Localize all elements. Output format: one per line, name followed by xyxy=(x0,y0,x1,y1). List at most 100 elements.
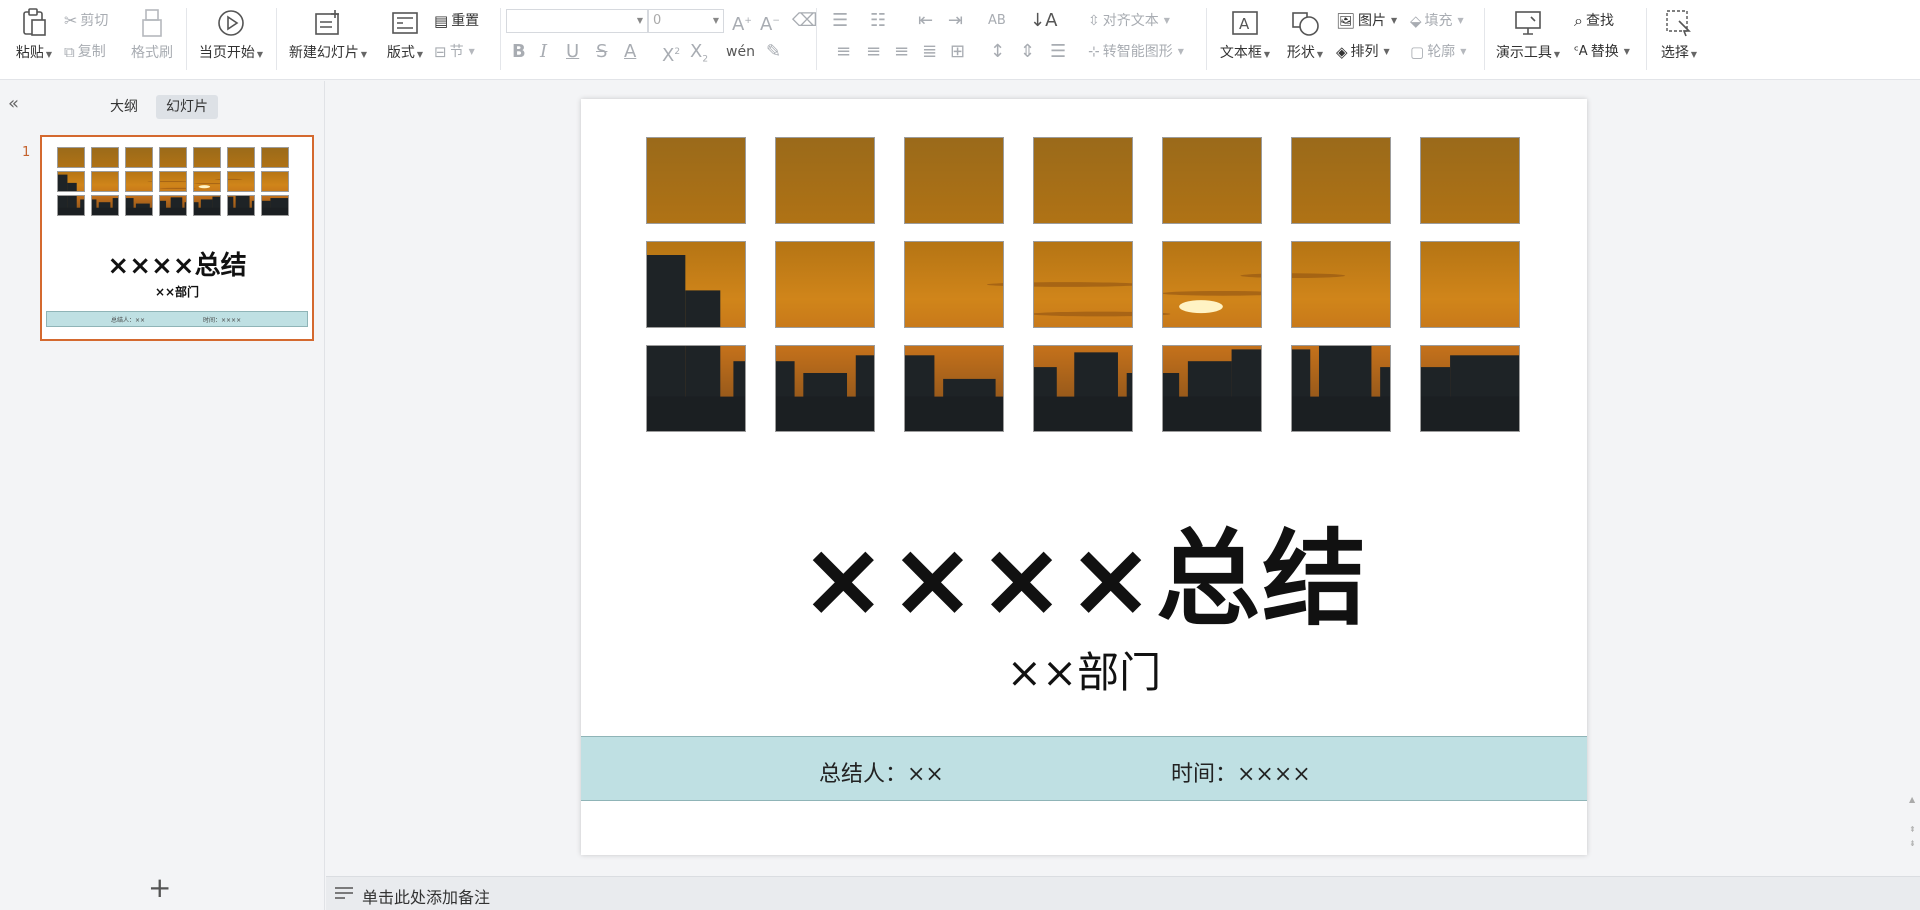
find-label: 查找 xyxy=(1585,13,1614,29)
outline-label: 轮廓 xyxy=(1427,44,1456,60)
select-button[interactable]: 选择 ▼ xyxy=(1656,8,1702,62)
play-from-current-button[interactable]: 当页开始 ▼ xyxy=(196,8,266,62)
separator xyxy=(1206,8,1207,70)
play-icon xyxy=(218,10,244,36)
vertical-scrollbar[interactable]: ▲ ⇞ ⇟ xyxy=(1906,81,1920,876)
scroll-up-icon[interactable]: ▲ xyxy=(1909,795,1915,804)
picture-button[interactable]: 🖼 图片 ▼ xyxy=(1336,9,1397,33)
layout-label: 版式 xyxy=(386,45,415,61)
shapes-label: 形状 xyxy=(1286,45,1315,61)
ribbon-toolbar: 粘贴 ▼ ✂ 剪切 ⧉ 复制 格式刷 当页开始 ▼ 新建幻灯片 ▼ 版式 ▼ ▤ 重置 ⊟ 节 ▼… xyxy=(0,0,1920,80)
arrange-button[interactable]: ◈ 排列 ▼ xyxy=(1336,40,1390,64)
italic-icon[interactable]: I xyxy=(540,40,547,64)
summarizer-text[interactable]: 总结人：×× xyxy=(819,756,944,788)
text-direction-icon[interactable]: AB xyxy=(988,9,1006,33)
paste-label: 粘贴 xyxy=(15,45,44,61)
sort-icon[interactable]: ↓A xyxy=(1030,9,1057,33)
font-size-combo[interactable]: 0 ▼ xyxy=(648,9,724,33)
slide-number: 1 xyxy=(22,145,31,160)
fill-label: 填充 xyxy=(1424,13,1453,29)
numbered-list-icon[interactable]: ☷ xyxy=(870,9,886,33)
chevron-down-icon: ▼ xyxy=(712,16,719,25)
align-text-label: 对齐文本 xyxy=(1102,13,1159,29)
notes-placeholder[interactable]: 单击此处添加备注 xyxy=(362,884,490,908)
strikethrough-icon[interactable]: S xyxy=(596,40,607,64)
separator xyxy=(1646,8,1647,70)
smartart-icon: ⊹ xyxy=(1088,44,1100,60)
next-page-icon[interactable]: ⇟ xyxy=(1909,839,1916,848)
collapse-panel-icon[interactable]: « xyxy=(8,93,19,114)
font-color-icon[interactable]: A xyxy=(624,40,636,64)
justify-icon[interactable]: ≣ xyxy=(922,40,937,64)
replace-label: 替换 xyxy=(1590,44,1619,60)
tab-outline[interactable]: 大纲 xyxy=(100,95,148,119)
info-band[interactable]: 总结人：×× 时间：×××× xyxy=(581,736,1587,801)
prev-page-icon[interactable]: ⇞ xyxy=(1909,825,1916,834)
superscript-icon[interactable]: X2 xyxy=(662,40,680,68)
paste-icon xyxy=(23,8,46,36)
fill-button[interactable]: ⬙ 填充 ▼ xyxy=(1410,9,1464,33)
play-from-current-label: 当页开始 xyxy=(198,45,255,61)
tab-slides[interactable]: 幻灯片 xyxy=(156,95,218,119)
outline-button[interactable]: ▢ 轮廓 ▼ xyxy=(1410,40,1466,64)
align-right-icon[interactable]: ≡ xyxy=(894,40,909,64)
thumbnail-summarizer: 总结人：×× xyxy=(111,317,146,324)
align-text-button[interactable]: ⇳ 对齐文本 ▼ xyxy=(1088,9,1170,33)
font-shrink-icon[interactable]: A− xyxy=(760,9,780,37)
text-box-button[interactable]: A 文本框 ▼ xyxy=(1216,8,1274,62)
select-cursor-icon xyxy=(1666,10,1691,37)
thumbnail-time: 时间：×××× xyxy=(203,317,242,324)
separator xyxy=(186,8,187,70)
eraser-icon[interactable]: ⌫ xyxy=(792,9,817,33)
font-grow-icon[interactable]: A+ xyxy=(732,9,752,37)
subscript-icon[interactable]: X2 xyxy=(690,40,708,72)
format-painter-button[interactable]: 格式刷 xyxy=(126,8,178,62)
time-text[interactable]: 时间：×××× xyxy=(1171,756,1311,788)
font-name-combo[interactable]: ▼ xyxy=(506,9,648,33)
layout-button[interactable]: 版式 ▼ xyxy=(382,8,428,62)
cloud xyxy=(214,178,243,180)
find-button[interactable]: ⌕ 查找 xyxy=(1574,9,1614,33)
replace-button[interactable]: ᶜA 替换 ▼ xyxy=(1574,40,1630,64)
align-left-icon[interactable]: ≡ xyxy=(836,40,851,64)
thumbnail-subtitle: ××部门 xyxy=(154,285,200,299)
slide-1[interactable]: ××××总结 ××部门 总结人：×× 时间：×××× xyxy=(581,99,1587,855)
paste-button[interactable]: 粘贴 ▼ xyxy=(12,8,56,62)
increase-indent-icon[interactable]: ⇥ xyxy=(948,9,963,33)
highlight-icon[interactable]: ✎ xyxy=(766,40,781,64)
convert-smartart-button[interactable]: ⊹ 转智能图形 ▼ xyxy=(1088,40,1184,64)
search-icon: ⌕ xyxy=(1574,11,1583,30)
thumbnail-title: ××××总结 xyxy=(107,251,247,281)
align-center-icon[interactable]: ≡ xyxy=(866,40,881,64)
line-spacing-icon[interactable]: ↕ xyxy=(990,40,1005,64)
section-button[interactable]: ⊟ 节 ▼ xyxy=(434,40,475,64)
chevron-down-icon: ▼ xyxy=(636,16,643,25)
line-spacing-options-icon[interactable]: ☰ xyxy=(1050,40,1066,64)
cloud xyxy=(1030,311,1171,317)
slide-title[interactable]: ××××总结 xyxy=(581,494,1587,645)
reset-button[interactable]: ▤ 重置 xyxy=(434,9,479,33)
paragraph-spacing-icon[interactable]: ⇕ xyxy=(1020,40,1035,64)
notes-bar[interactable]: 单击此处添加备注 xyxy=(326,876,1920,910)
slide-panel: « 大纲 幻灯片 1 ××××总结 ××部门 总结人：×× 时间：×××× + xyxy=(0,81,325,910)
slide-subtitle[interactable]: ××部门 xyxy=(581,639,1587,700)
phonetic-guide-icon[interactable]: wén xyxy=(726,40,755,64)
decrease-indent-icon[interactable]: ⇤ xyxy=(918,9,933,33)
present-tools-button[interactable]: 演示工具 ▼ xyxy=(1492,8,1564,62)
copy-button[interactable]: ⧉ 复制 xyxy=(64,40,106,64)
photo-grid[interactable] xyxy=(581,99,1587,459)
new-slide-button[interactable]: 新建幻灯片 ▼ xyxy=(286,8,370,62)
cloud xyxy=(986,282,1145,287)
shapes-button[interactable]: 形状 ▼ xyxy=(1282,8,1328,62)
bold-icon[interactable]: B xyxy=(512,40,526,64)
cut-label: 剪切 xyxy=(80,13,109,29)
add-slide-button[interactable]: + xyxy=(148,871,171,904)
notes-icon xyxy=(335,887,353,899)
distribute-icon[interactable]: ⊞ xyxy=(950,40,965,64)
separator xyxy=(1484,8,1485,70)
slide-thumbnail[interactable]: ××××总结 ××部门 总结人：×× 时间：×××× xyxy=(40,135,314,341)
bullet-list-icon[interactable]: ☰ xyxy=(832,9,848,33)
cut-button[interactable]: ✂ 剪切 xyxy=(64,9,108,33)
layers-icon: ◈ xyxy=(1336,43,1348,61)
underline-icon[interactable]: U xyxy=(566,40,579,64)
